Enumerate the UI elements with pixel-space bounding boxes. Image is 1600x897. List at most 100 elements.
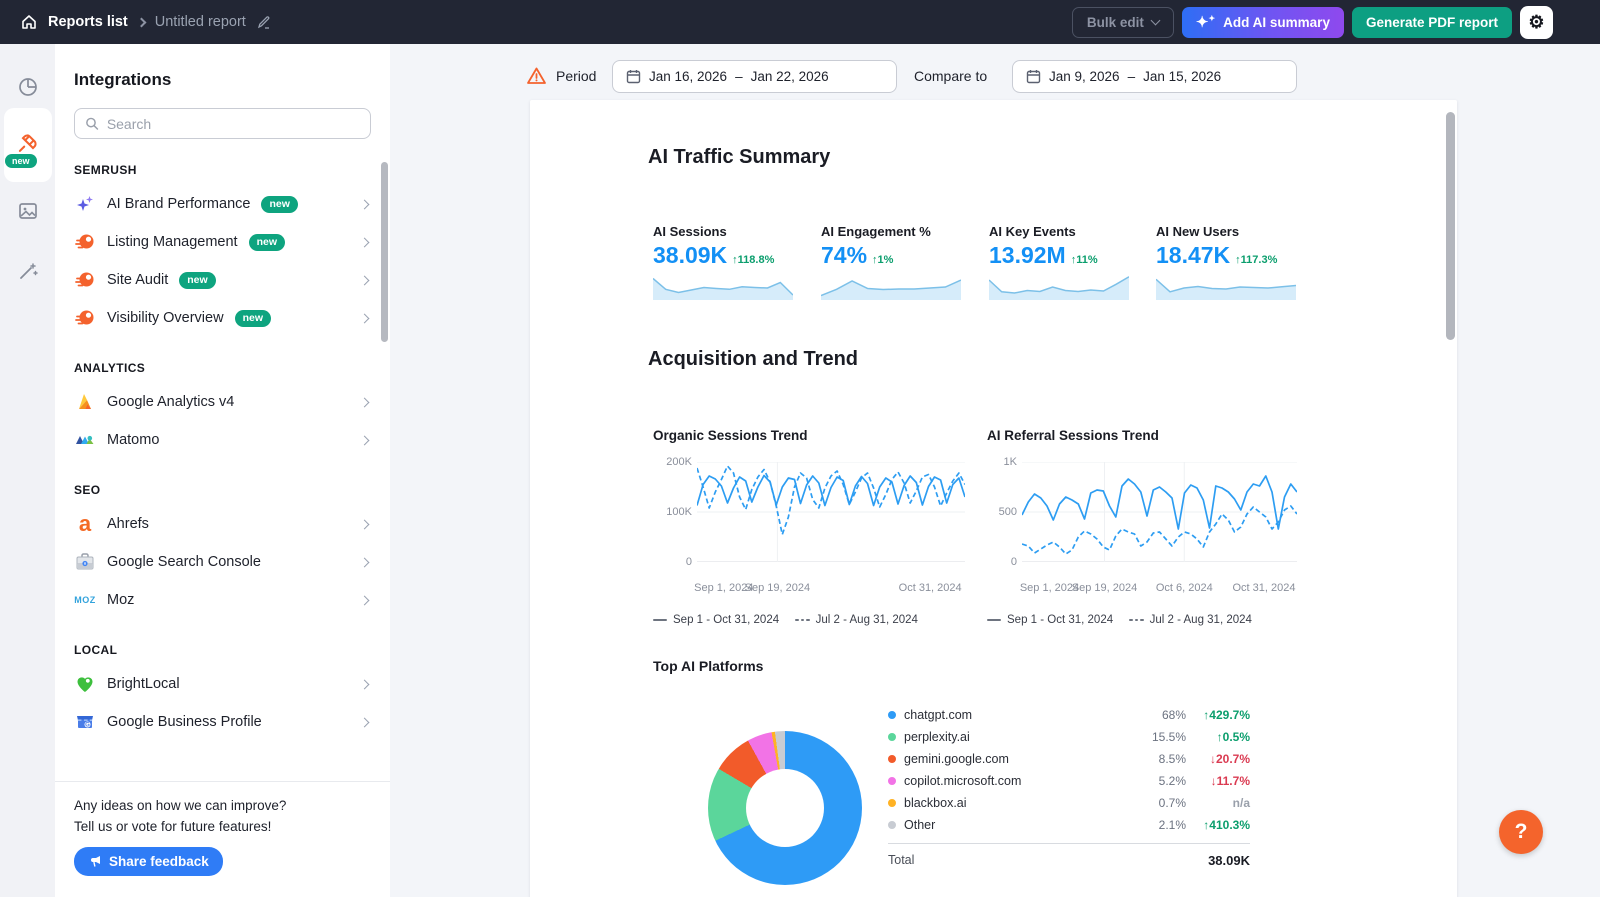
main-area: Period Jan 16, 2026 – Jan 22, 2026 Compa…: [390, 44, 1600, 897]
metric-value: 38.09K: [653, 242, 728, 268]
platform-change: ↑429.7%: [1203, 708, 1250, 722]
legend-label: Jul 2 - Aug 31, 2024: [815, 614, 918, 626]
y-tick: 1K: [1003, 456, 1017, 468]
new-badge: new: [234, 309, 271, 327]
platform-name: perplexity.ai: [904, 730, 970, 744]
report-title[interactable]: Untitled report: [155, 14, 246, 30]
generate-pdf-button[interactable]: Generate PDF report: [1351, 6, 1512, 38]
topbar: Reports list Untitled report Bulk edit ✦…: [0, 0, 1600, 44]
integrations-sidebar: Integrations SEMRUSH AI Brand Performanc…: [55, 44, 390, 897]
search-input[interactable]: [106, 115, 360, 132]
rail-item-widgets[interactable]: [0, 62, 55, 112]
chevron-right-icon: [359, 397, 370, 407]
solid-line-swatch: [987, 618, 1001, 622]
metric-value: 13.92M: [989, 242, 1066, 268]
chevron-right-icon: [359, 199, 370, 209]
platform-name: blackbox.ai: [904, 796, 967, 810]
moz-icon: MOZ: [74, 595, 96, 605]
referral-legend: Sep 1 - Oct 31, 2024 Jul 2 - Aug 31, 202…: [987, 614, 1252, 626]
semrush-logo-icon: [74, 231, 96, 253]
platform-change: ↓11.7%: [1210, 774, 1250, 788]
breadcrumb-reports-list[interactable]: Reports list: [48, 14, 128, 30]
feedback-panel: Any ideas on how we can improve? Tell us…: [55, 781, 390, 897]
item-label: Site Audit: [107, 272, 169, 288]
metric-ai-new-users: AI New Users 18.47K ↑117.3%: [1155, 224, 1306, 300]
platforms-total-row: Total 38.09K: [888, 850, 1250, 870]
section-label-seo: SEO: [74, 483, 101, 497]
sidebar-item-matomo[interactable]: Matomo: [55, 421, 390, 459]
help-button[interactable]: ?: [1499, 810, 1543, 854]
sidebar-item-google-business-profile[interactable]: G Google Business Profile: [55, 703, 390, 741]
sidebar-item-brightlocal[interactable]: BrightLocal: [55, 665, 390, 703]
matomo-icon: [74, 429, 96, 451]
rail-item-ai-tools[interactable]: [0, 246, 55, 296]
period-end-date: Jan 22, 2026: [750, 69, 829, 84]
generate-pdf-label: Generate PDF report: [1365, 14, 1498, 30]
sidebar-item-site-audit[interactable]: Site Audit new: [55, 261, 390, 299]
legend-label: Jul 2 - Aug 31, 2024: [1149, 614, 1252, 626]
sidebar-item-visibility-overview[interactable]: Visibility Overview new: [55, 299, 390, 337]
add-ai-summary-button[interactable]: ✦✦ Add AI summary: [1181, 6, 1344, 38]
chevron-right-icon: [359, 595, 370, 605]
share-feedback-button[interactable]: Share feedback: [74, 846, 223, 876]
chevron-right-icon: [359, 717, 370, 727]
item-label: Google Analytics v4: [107, 394, 235, 410]
sidebar-scrollbar[interactable]: [381, 162, 388, 342]
metric-value: 18.47K: [1156, 242, 1231, 268]
compare-date-range-picker[interactable]: Jan 9, 2026 – Jan 15, 2026: [1012, 60, 1297, 93]
y-tick: 100K: [666, 506, 692, 518]
sidebar-item-ai-brand-performance[interactable]: AI Brand Performance new: [55, 185, 390, 223]
metric-change: ↑118.8%: [732, 254, 775, 266]
legend-dot: [888, 755, 896, 763]
x-tick: Sep 1, 2024: [1019, 582, 1080, 594]
rail-new-badge: new: [5, 154, 37, 168]
chevron-right-icon: [359, 275, 370, 285]
platform-row-chatgpt: chatgpt.com 68% ↑429.7%: [888, 704, 1250, 726]
y-tick: 500: [998, 506, 1017, 518]
chevron-down-icon: [1150, 15, 1161, 26]
semrush-logo-icon: [74, 307, 96, 329]
metric-label: AI Key Events: [989, 224, 1076, 239]
settings-gear-button[interactable]: ⚙: [1520, 5, 1553, 39]
top-ai-platforms-title: Top AI Platforms: [653, 658, 764, 674]
y-tick: 200K: [666, 456, 692, 468]
platform-change: n/a: [1232, 796, 1250, 810]
sidebar-item-listing-management[interactable]: Listing Management new: [55, 223, 390, 261]
dashed-line-swatch: [1129, 618, 1144, 622]
chevron-right-icon: [359, 679, 370, 689]
organic-trend-title: Organic Sessions Trend: [653, 428, 808, 443]
gear-icon: ⚙: [1528, 12, 1545, 32]
canvas-scrollbar[interactable]: [1446, 112, 1455, 340]
ahrefs-icon: a: [78, 511, 92, 536]
bulk-edit-button[interactable]: Bulk edit: [1071, 6, 1174, 38]
legend-divider: [888, 843, 1250, 844]
period-date-range-picker[interactable]: Jan 16, 2026 – Jan 22, 2026: [612, 60, 897, 93]
sidebar-search[interactable]: [74, 108, 371, 139]
sidebar-item-ahrefs[interactable]: a Ahrefs: [55, 505, 390, 543]
metric-change: ↑117.3%: [1235, 254, 1278, 266]
date-separator: –: [1127, 69, 1136, 84]
legend-dot: [888, 799, 896, 807]
platform-share: 2.1%: [1158, 818, 1186, 832]
sparkline-chart: [988, 273, 1130, 300]
sidebar-item-moz[interactable]: MOZ Moz: [55, 581, 390, 619]
metric-label: AI New Users: [1156, 224, 1240, 239]
item-label: Listing Management: [107, 234, 238, 250]
home-icon[interactable]: [20, 13, 38, 31]
sparkline-chart: [1155, 273, 1297, 300]
rail-item-images[interactable]: [0, 186, 55, 236]
organic-legend: Sep 1 - Oct 31, 2024 Jul 2 - Aug 31, 202…: [653, 614, 918, 626]
edit-pencil-icon[interactable]: [256, 14, 272, 30]
platform-row-gemini: gemini.google.com 8.5% ↓20.7%: [888, 748, 1250, 770]
app-root: Reports list Untitled report Bulk edit ✦…: [0, 0, 1600, 897]
sidebar-item-google-search-console[interactable]: Google Search Console: [55, 543, 390, 581]
sidebar-item-google-analytics[interactable]: Google Analytics v4: [55, 383, 390, 421]
feedback-line1: Any ideas on how we can improve?: [74, 798, 287, 813]
question-mark-icon: ?: [1514, 820, 1528, 843]
metric-change: ↑1%: [872, 254, 894, 266]
item-label: Google Search Console: [107, 554, 261, 570]
google-analytics-icon: [74, 391, 96, 413]
semrush-logo-icon: [74, 269, 96, 291]
referral-trend-chart: [1021, 461, 1298, 563]
search-console-icon: [74, 551, 96, 573]
